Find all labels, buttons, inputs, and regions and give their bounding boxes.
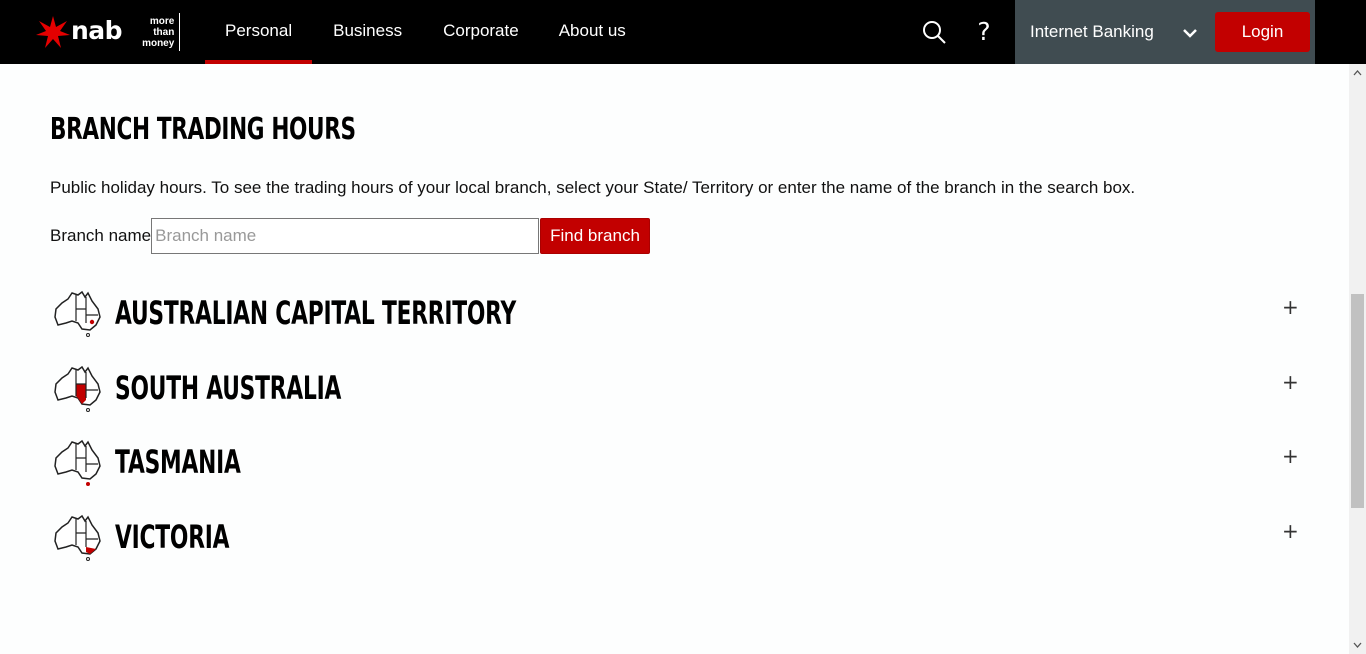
chevron-down-icon (1183, 29, 1197, 38)
nab-logo[interactable]: nab more than money (36, 12, 181, 52)
plus-icon[interactable]: + (1282, 446, 1299, 466)
accordion-item-vic[interactable]: VICTORIA + (50, 500, 1310, 575)
scroll-down-arrow-icon[interactable] (1349, 638, 1366, 652)
main-nav: Personal Business Corporate About us (205, 0, 646, 64)
internet-banking-label: Internet Banking (1030, 22, 1154, 41)
australia-map-act-icon (54, 291, 101, 338)
nav-personal[interactable]: Personal (205, 0, 313, 64)
search-button[interactable] (916, 14, 952, 50)
search-icon (923, 21, 946, 44)
scroll-up-arrow-icon[interactable] (1349, 66, 1366, 80)
scrollbar-thumb[interactable] (1351, 294, 1364, 508)
branch-name-input[interactable] (151, 218, 540, 254)
accordion-item-tas[interactable]: TASMANIA + (50, 425, 1310, 500)
australia-map-vic-icon (54, 514, 101, 561)
accordion-item-act[interactable]: AUSTRALIAN CAPITAL TERRITORY + (50, 276, 1310, 351)
help-button[interactable]: ? (966, 14, 1002, 50)
find-branch-button[interactable]: Find branch (540, 218, 650, 254)
nav-about-us[interactable]: About us (539, 0, 646, 64)
plus-icon[interactable]: + (1282, 297, 1299, 317)
nab-star-icon (36, 16, 70, 48)
accordion-title: SOUTH AUSTRALIA (115, 368, 342, 407)
accordion-title: TASMANIA (115, 443, 241, 482)
nav-corporate[interactable]: Corporate (423, 0, 539, 64)
internet-banking-select[interactable]: Internet Banking (1015, 0, 1215, 64)
help-icon: ? (977, 17, 991, 46)
page-scrollbar[interactable] (1349, 64, 1366, 654)
internet-banking-panel: Internet Banking Login (1015, 0, 1315, 64)
accordion-title: VICTORIA (115, 517, 230, 556)
logo-wordmark: nab (71, 16, 123, 45)
plus-icon[interactable]: + (1282, 521, 1299, 541)
state-accordion: AUSTRALIAN CAPITAL TERRITORY + SOUTH AUS… (50, 276, 1310, 574)
nav-business[interactable]: Business (312, 0, 423, 64)
top-navigation-bar: nab more than money Personal Business Co… (0, 0, 1366, 64)
branch-name-label: Branch name (50, 226, 152, 245)
intro-text: Public holiday hours. To see the trading… (50, 178, 1136, 197)
page-title: BRANCH TRADING HOURS (50, 112, 356, 147)
australia-map-sa-icon (54, 365, 101, 412)
australia-map-tas-icon (54, 440, 101, 487)
accordion-item-sa[interactable]: SOUTH AUSTRALIA + (50, 351, 1310, 426)
logo-tagline: more than money (142, 13, 181, 51)
accordion-title: AUSTRALIAN CAPITAL TERRITORY (115, 294, 517, 333)
login-button[interactable]: Login (1215, 12, 1310, 52)
plus-icon[interactable]: + (1282, 372, 1299, 392)
branch-search-form: Branch name Find branch (50, 218, 650, 254)
